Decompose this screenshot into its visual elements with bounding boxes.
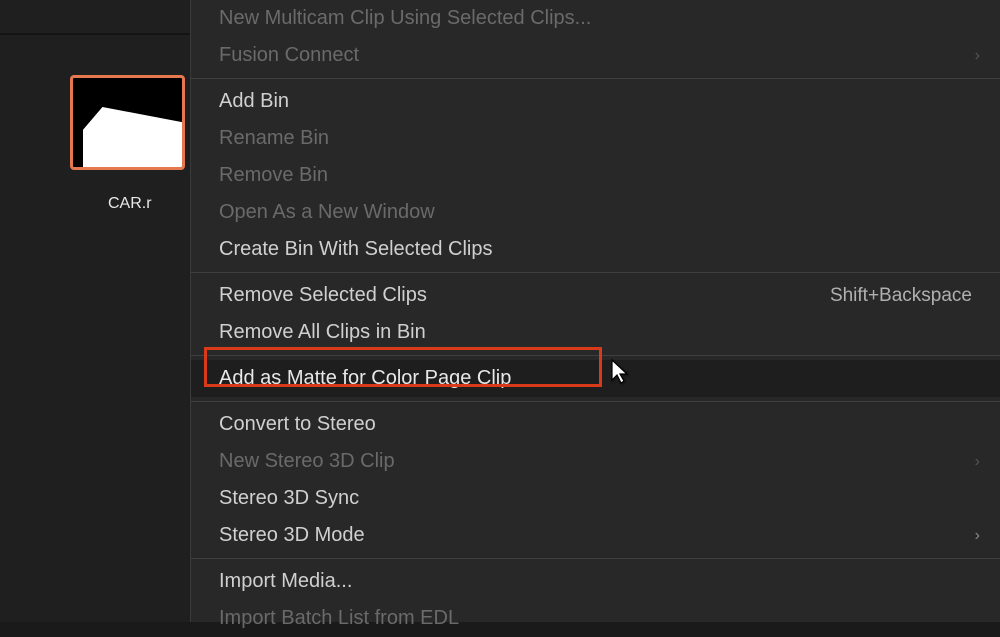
menu-label: Add Bin: [219, 90, 289, 113]
menu-label: New Multicam Clip Using Selected Clips..…: [219, 7, 591, 30]
menu-shortcut: Shift+Backspace: [830, 285, 972, 307]
menu-remove-selected-clips[interactable]: Remove Selected Clips Shift+Backspace: [191, 277, 1000, 314]
menu-label: Remove Selected Clips: [219, 284, 427, 307]
menu-remove-bin: Remove Bin: [191, 157, 1000, 194]
clip-thumbnail[interactable]: [70, 75, 185, 170]
menu-divider: [191, 401, 1000, 402]
menu-convert-stereo[interactable]: Convert to Stereo: [191, 406, 1000, 443]
context-menu: New Multicam Clip Using Selected Clips..…: [190, 0, 1000, 622]
menu-label: Add as Matte for Color Page Clip: [219, 367, 511, 390]
menu-label: Fusion Connect: [219, 44, 359, 67]
menu-import-batch-edl: Import Batch List from EDL: [191, 600, 1000, 637]
menu-new-stereo-3d: New Stereo 3D Clip ›: [191, 443, 1000, 480]
menu-divider: [191, 78, 1000, 79]
menu-new-multicam: New Multicam Clip Using Selected Clips..…: [191, 0, 1000, 37]
menu-divider: [191, 558, 1000, 559]
menu-add-as-matte[interactable]: Add as Matte for Color Page Clip: [191, 360, 1000, 397]
chevron-right-icon: ›: [975, 47, 980, 65]
menu-label: Import Batch List from EDL: [219, 607, 459, 630]
chevron-right-icon: ›: [975, 527, 980, 545]
menu-stereo-3d-mode[interactable]: Stereo 3D Mode ›: [191, 517, 1000, 554]
menu-add-bin[interactable]: Add Bin: [191, 83, 1000, 120]
menu-open-new-window: Open As a New Window: [191, 194, 1000, 231]
clip-filename-label: CAR.r: [108, 195, 152, 213]
menu-label: Stereo 3D Sync: [219, 487, 359, 510]
chevron-right-icon: ›: [975, 453, 980, 471]
menu-label: New Stereo 3D Clip: [219, 450, 395, 473]
menu-divider: [191, 272, 1000, 273]
menu-label: Create Bin With Selected Clips: [219, 238, 492, 261]
clip-matte-preview: [83, 107, 185, 167]
menu-divider: [191, 355, 1000, 356]
menu-rename-bin: Rename Bin: [191, 120, 1000, 157]
menu-remove-all-clips[interactable]: Remove All Clips in Bin: [191, 314, 1000, 351]
menu-label: Import Media...: [219, 570, 352, 593]
menu-label: Convert to Stereo: [219, 413, 376, 436]
menu-import-media[interactable]: Import Media...: [191, 563, 1000, 600]
menu-label: Open As a New Window: [219, 201, 435, 224]
panel-divider: [0, 33, 190, 35]
menu-stereo-3d-sync[interactable]: Stereo 3D Sync: [191, 480, 1000, 517]
menu-label: Rename Bin: [219, 127, 329, 150]
menu-label: Stereo 3D Mode: [219, 524, 365, 547]
menu-label: Remove All Clips in Bin: [219, 321, 426, 344]
menu-create-bin-selected[interactable]: Create Bin With Selected Clips: [191, 231, 1000, 268]
menu-label: Remove Bin: [219, 164, 328, 187]
menu-fusion-connect: Fusion Connect ›: [191, 37, 1000, 74]
